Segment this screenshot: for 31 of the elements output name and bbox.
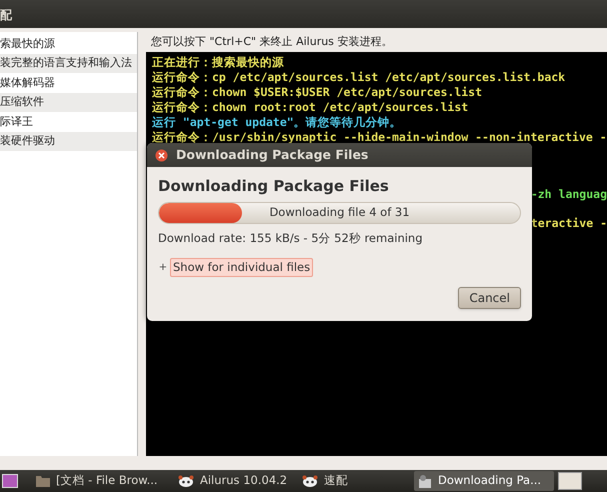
terminal-line: teractive - [530,216,607,231]
terminal-line: 正在进行：搜索最快的源 [152,55,284,70]
window-title: 配 [0,7,12,24]
panda-face-icon [178,475,194,487]
panda-face-icon [302,475,318,487]
taskbar-item[interactable]: 速配 [298,471,414,491]
show-desktop-icon[interactable] [2,474,18,488]
terminal-line: 运行命令：cp /etc/apt/sources.list /etc/apt/sources.list.back [152,70,566,85]
download-rate-text: Download rate: 155 kB/s - 5分 52秒 remaining [158,230,424,246]
dialog-title: Downloading Package Files [176,146,368,164]
terminal-line: 运行 "apt-get update"。请您等待几分钟。 [152,115,402,130]
progress-label: Downloading file 4 of 31 [268,204,411,221]
taskbar-item[interactable]: Downloading Pa... [414,471,554,491]
terminal-line: 运行命令：/usr/sbin/synaptic --hide-main-window --non-interactive - [152,130,607,145]
expander-toggle[interactable]: + [158,260,168,275]
folder-icon [36,475,50,487]
terminal-line: 运行命令：chown root:root /etc/apt/sources.list [152,100,468,115]
dialog-heading: Downloading Package Files [158,176,390,197]
workspace-icon[interactable] [558,472,582,490]
sidebar-item[interactable]: 压缩软件 [0,92,137,112]
sidebar-item[interactable]: 装硬件驱动 [0,132,137,151]
taskbar-item[interactable]: Ailurus 10.04.2 [174,471,298,491]
package-icon [418,474,432,488]
taskbar-item[interactable]: [文档 - File Brow... [32,471,174,491]
close-icon[interactable] [155,148,168,162]
sidebar-item[interactable]: 装完整的语言支持和输入法 [0,54,137,73]
cancel-button[interactable]: Cancel [458,287,521,309]
terminal-line: 运行命令：chown $USER:$USER /etc/apt/sources.list [152,85,482,100]
terminal-line: -zh languag [530,187,607,202]
expander-button[interactable]: Show for individual files [170,258,314,277]
hint-text: 您可以按下 "Ctrl+C" 来终止 Ailurus 安装进程。 [150,34,394,50]
